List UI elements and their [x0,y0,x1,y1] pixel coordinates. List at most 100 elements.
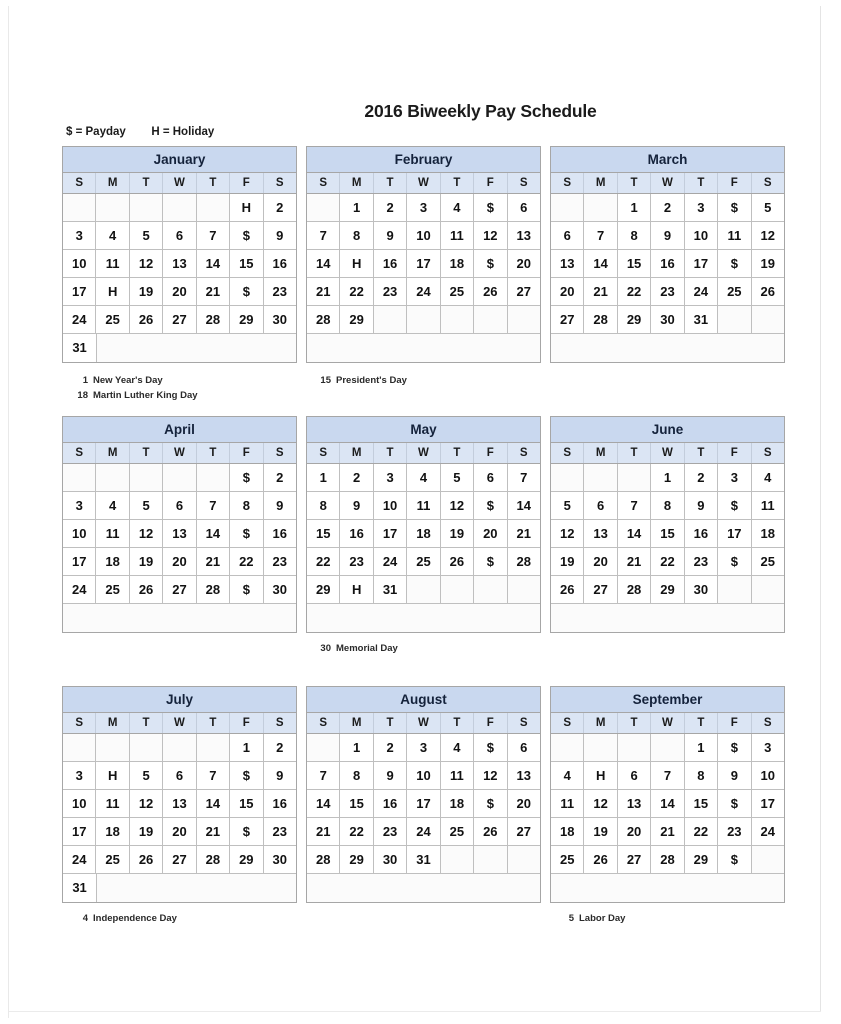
day-cell[interactable]: 25 [440,818,475,845]
day-cell[interactable]: 11 [440,762,475,789]
day-cell[interactable]: 11 [407,492,441,519]
day-cell[interactable]: 7 [651,762,685,789]
day-cell[interactable]: 5 [551,492,585,519]
day-cell[interactable]: 29 [230,846,264,873]
day-cell[interactable]: 17 [407,790,441,817]
day-cell[interactable]: 1 [340,734,374,761]
day-cell[interactable]: 22 [340,818,374,845]
day-cell-payday[interactable]: $ [474,492,508,519]
day-cell[interactable]: 15 [307,520,341,547]
day-cell[interactable]: 27 [163,576,197,603]
day-cell[interactable]: 19 [129,818,164,845]
day-cell-payday[interactable]: $ [474,194,508,221]
day-cell[interactable]: 23 [340,548,374,575]
day-cell[interactable]: 20 [584,548,618,575]
day-cell[interactable]: 1 [307,464,341,491]
day-cell[interactable]: 16 [373,250,408,277]
day-cell[interactable]: 3 [407,734,441,761]
day-cell[interactable]: 11 [96,520,130,547]
day-cell[interactable]: 28 [617,576,652,603]
day-cell[interactable]: 22 [340,278,374,305]
day-cell[interactable]: 24 [63,576,97,603]
day-cell[interactable]: 14 [507,492,540,519]
day-cell[interactable]: 2 [373,194,408,221]
day-cell[interactable]: 24 [407,278,441,305]
day-cell[interactable]: 27 [507,278,540,305]
day-cell[interactable]: 16 [263,790,296,817]
day-cell[interactable]: 3 [63,762,97,789]
day-cell[interactable]: 17 [373,520,408,547]
day-cell[interactable]: 27 [507,818,540,845]
day-cell[interactable]: 1 [651,464,685,491]
day-cell[interactable]: 17 [407,250,441,277]
day-cell[interactable]: 2 [340,464,374,491]
day-cell[interactable]: 22 [651,548,685,575]
day-cell[interactable]: 4 [440,194,475,221]
day-cell[interactable]: 10 [63,520,97,547]
day-cell[interactable]: 2 [651,194,685,221]
day-cell[interactable]: 23 [684,548,719,575]
day-cell[interactable]: 27 [584,576,618,603]
day-cell[interactable]: 24 [373,548,408,575]
day-cell[interactable]: 13 [584,520,618,547]
day-cell[interactable]: 20 [507,790,540,817]
day-cell[interactable]: 1 [684,734,719,761]
day-cell[interactable]: 28 [196,576,231,603]
day-cell-payday[interactable]: $ [718,734,752,761]
day-cell[interactable]: 9 [651,222,685,249]
day-cell[interactable]: 28 [307,846,341,873]
day-cell-holiday[interactable]: H [340,250,374,277]
day-cell[interactable]: 16 [373,790,408,817]
day-cell[interactable]: 19 [551,548,585,575]
day-cell[interactable]: 27 [551,306,585,333]
day-cell[interactable]: 26 [129,306,164,333]
day-cell[interactable]: 31 [684,306,719,333]
day-cell[interactable]: 12 [751,222,784,249]
day-cell[interactable]: 24 [63,306,97,333]
day-cell[interactable]: 9 [684,492,719,519]
day-cell[interactable]: 3 [373,464,408,491]
day-cell[interactable]: 28 [196,846,231,873]
day-cell-payday[interactable]: $ [230,520,264,547]
day-cell[interactable]: 11 [96,790,130,817]
day-cell[interactable]: 25 [751,548,784,575]
day-cell[interactable]: 21 [307,818,341,845]
day-cell-payday[interactable]: $ [718,194,752,221]
day-cell-holiday[interactable]: H [584,762,618,789]
day-cell[interactable]: 9 [373,762,408,789]
day-cell[interactable]: 26 [129,846,164,873]
day-cell[interactable]: 31 [63,334,98,362]
day-cell-holiday[interactable]: H [340,576,374,603]
day-cell[interactable]: 14 [196,250,231,277]
day-cell[interactable]: 15 [651,520,685,547]
day-cell[interactable]: 25 [440,278,475,305]
day-cell-payday[interactable]: $ [718,492,752,519]
day-cell[interactable]: 7 [307,762,341,789]
day-cell[interactable]: 4 [96,492,130,519]
day-cell[interactable]: 11 [440,222,475,249]
day-cell[interactable]: 7 [196,222,231,249]
day-cell[interactable]: 21 [617,548,652,575]
day-cell[interactable]: 17 [718,520,752,547]
day-cell[interactable]: 6 [551,222,585,249]
day-cell[interactable]: 3 [63,492,97,519]
day-cell[interactable]: 10 [751,762,784,789]
day-cell[interactable]: 26 [474,818,508,845]
day-cell[interactable]: 15 [340,790,374,817]
day-cell[interactable]: 3 [751,734,784,761]
day-cell[interactable]: 21 [584,278,618,305]
day-cell[interactable]: 12 [474,222,508,249]
day-cell[interactable]: 17 [684,250,719,277]
day-cell[interactable]: 18 [407,520,441,547]
day-cell[interactable]: 17 [751,790,784,817]
day-cell[interactable]: 12 [129,790,164,817]
day-cell[interactable]: 20 [163,548,197,575]
day-cell[interactable]: 9 [263,762,296,789]
day-cell[interactable]: 28 [584,306,618,333]
day-cell[interactable]: 5 [440,464,475,491]
day-cell[interactable]: 14 [307,790,341,817]
day-cell[interactable]: 7 [507,464,540,491]
day-cell[interactable]: 26 [129,576,164,603]
day-cell[interactable]: 20 [163,278,197,305]
day-cell[interactable]: 20 [551,278,585,305]
